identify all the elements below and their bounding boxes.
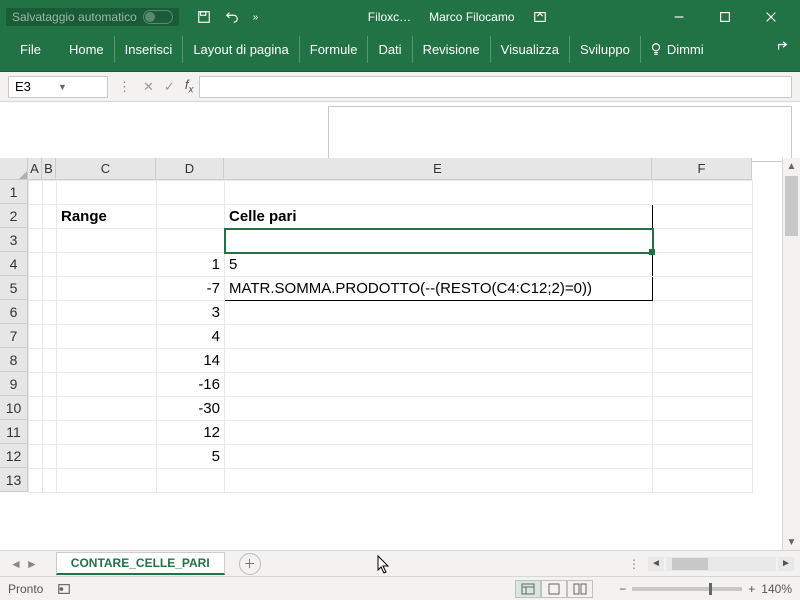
sheet-nav-prev-icon[interactable]: ◄	[10, 557, 22, 571]
formula-bar-expanded[interactable]	[328, 106, 792, 162]
status-ready: Pronto	[8, 582, 43, 596]
cell-d12[interactable]: 5	[157, 445, 225, 469]
formula-bar: E3 ▼ ⋮ ✕ ✓ fx	[0, 72, 800, 102]
maximize-button[interactable]	[702, 0, 748, 34]
cell-d9[interactable]: -16	[157, 373, 225, 397]
zoom-out-button[interactable]: −	[619, 582, 626, 596]
col-header-d[interactable]: D	[156, 158, 224, 180]
name-box[interactable]: E3 ▼	[8, 76, 108, 98]
cell-c2[interactable]: Range	[57, 205, 157, 229]
tell-me[interactable]: Dimmi	[649, 42, 704, 57]
cell-e3-selected[interactable]	[225, 229, 653, 253]
document-name: Filoxc…	[368, 10, 411, 24]
ribbon-collapsed	[0, 64, 800, 72]
name-box-value: E3	[15, 79, 58, 94]
split-handle-icon[interactable]: ⋮	[624, 557, 646, 571]
row-header[interactable]: 6	[0, 300, 28, 324]
tab-home[interactable]: Home	[59, 36, 115, 63]
namebox-drag-icon[interactable]: ⋮	[114, 79, 137, 95]
chevron-down-icon: ▼	[58, 82, 101, 92]
col-header-a[interactable]: A	[28, 158, 42, 180]
cell-e2[interactable]: Celle pari	[225, 205, 653, 229]
enter-icon[interactable]: ✓	[164, 79, 175, 95]
cursor-icon	[376, 554, 392, 574]
row-header[interactable]: 12	[0, 444, 28, 468]
sheet-tab-bar: ◄ ► CONTARE_CELLE_PARI ＋ ⋮ ◄ ►	[0, 550, 800, 576]
cell-d10[interactable]: -30	[157, 397, 225, 421]
tab-formulas[interactable]: Formule	[300, 36, 369, 63]
title-bar: Salvataggio automatico » Filoxc… Marco F…	[0, 0, 800, 34]
sheet-nav-next-icon[interactable]: ►	[26, 557, 38, 571]
save-icon[interactable]	[197, 10, 211, 24]
add-sheet-button[interactable]: ＋	[239, 553, 261, 575]
autosave-toggle[interactable]: Salvataggio automatico	[6, 8, 179, 26]
tab-insert[interactable]: Inserisci	[115, 36, 184, 63]
tab-data[interactable]: Dati	[368, 36, 412, 63]
scroll-right-icon[interactable]: ►	[778, 557, 794, 571]
row-header[interactable]: 10	[0, 396, 28, 420]
col-header-c[interactable]: C	[56, 158, 156, 180]
fx-icon[interactable]: fx	[185, 77, 194, 96]
ribbon-display-icon[interactable]	[533, 10, 547, 24]
status-bar: Pronto − + 140%	[0, 576, 800, 600]
view-pagelayout-button[interactable]	[541, 580, 567, 598]
tab-review[interactable]: Revisione	[413, 36, 491, 63]
ribbon-tabs: File Home Inserisci Layout di pagina For…	[0, 34, 800, 64]
row-header[interactable]: 2	[0, 204, 28, 228]
formula-input[interactable]	[199, 76, 792, 98]
view-normal-button[interactable]	[515, 580, 541, 598]
cell-d8[interactable]: 14	[157, 349, 225, 373]
cell-d6[interactable]: 3	[157, 301, 225, 325]
row-header[interactable]: 5	[0, 276, 28, 300]
zoom-in-button[interactable]: +	[748, 582, 755, 596]
toggle-icon	[143, 10, 173, 24]
tab-view[interactable]: Visualizza	[491, 36, 570, 63]
undo-icon[interactable]	[225, 10, 239, 24]
close-button[interactable]	[748, 0, 794, 34]
cell-d4[interactable]: 1	[157, 253, 225, 277]
spreadsheet-grid: A B C D E F 1 2 3 4 5 6 7 8 9 10 11 12	[0, 158, 800, 550]
cell-d7[interactable]: 4	[157, 325, 225, 349]
lightbulb-icon	[649, 42, 663, 56]
scroll-left-icon[interactable]: ◄	[648, 557, 664, 571]
autosave-label: Salvataggio automatico	[12, 10, 137, 24]
cell-d5[interactable]: -7	[157, 277, 225, 301]
row-header[interactable]: 3	[0, 228, 28, 252]
col-header-f[interactable]: F	[652, 158, 752, 180]
view-pagebreak-button[interactable]	[567, 580, 593, 598]
select-all-corner[interactable]	[0, 158, 28, 180]
scroll-down-icon[interactable]: ▼	[783, 534, 800, 550]
cell-d11[interactable]: 12	[157, 421, 225, 445]
cells-table[interactable]: RangeCelle pari 15 -7MATR.SOMMA.PRODOTTO…	[28, 180, 753, 493]
col-header-b[interactable]: B	[42, 158, 56, 180]
row-header[interactable]: 11	[0, 420, 28, 444]
horizontal-scrollbar[interactable]: ⋮ ◄ ►	[624, 557, 800, 571]
hscroll-thumb[interactable]	[672, 558, 708, 570]
row-header[interactable]: 7	[0, 324, 28, 348]
scroll-up-icon[interactable]: ▲	[783, 158, 800, 174]
tell-me-label: Dimmi	[667, 42, 704, 57]
zoom-level[interactable]: 140%	[761, 582, 792, 596]
scroll-thumb[interactable]	[785, 176, 798, 236]
user-name: Marco Filocamo	[429, 10, 514, 24]
cell-e4[interactable]: 5	[225, 253, 653, 277]
minimize-button[interactable]	[656, 0, 702, 34]
share-button[interactable]	[776, 41, 790, 58]
tab-developer[interactable]: Sviluppo	[570, 36, 641, 63]
row-header[interactable]: 1	[0, 180, 28, 204]
row-header[interactable]: 13	[0, 468, 28, 492]
sheet-tab-active[interactable]: CONTARE_CELLE_PARI	[56, 552, 225, 575]
row-header[interactable]: 8	[0, 348, 28, 372]
cell-e5[interactable]: MATR.SOMMA.PRODOTTO(--(RESTO(C4:C12;2)=0…	[225, 277, 653, 301]
vertical-scrollbar[interactable]: ▲ ▼	[782, 158, 800, 550]
cancel-icon[interactable]: ✕	[143, 79, 154, 95]
row-header[interactable]: 4	[0, 252, 28, 276]
share-icon	[776, 41, 790, 55]
zoom-slider[interactable]	[632, 587, 742, 591]
macro-record-icon[interactable]	[57, 582, 71, 596]
row-header[interactable]: 9	[0, 372, 28, 396]
tab-layout[interactable]: Layout di pagina	[183, 36, 299, 63]
tab-file[interactable]: File	[10, 36, 59, 63]
col-header-e[interactable]: E	[224, 158, 652, 180]
